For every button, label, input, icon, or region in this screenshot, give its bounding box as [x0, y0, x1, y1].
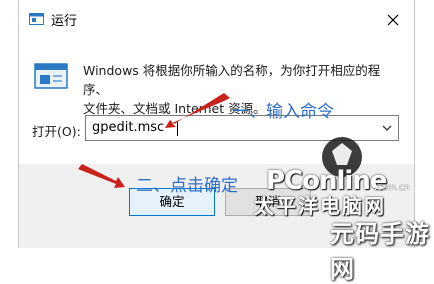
annotation-step-2: 二、点击确定: [136, 176, 238, 196]
arrow-to-ok-button: [78, 164, 125, 188]
watermark-corner: 元码手游网: [330, 220, 430, 283]
annotation-step-1: 一、输入命令: [232, 102, 334, 122]
arrow-to-input: [165, 93, 230, 128]
